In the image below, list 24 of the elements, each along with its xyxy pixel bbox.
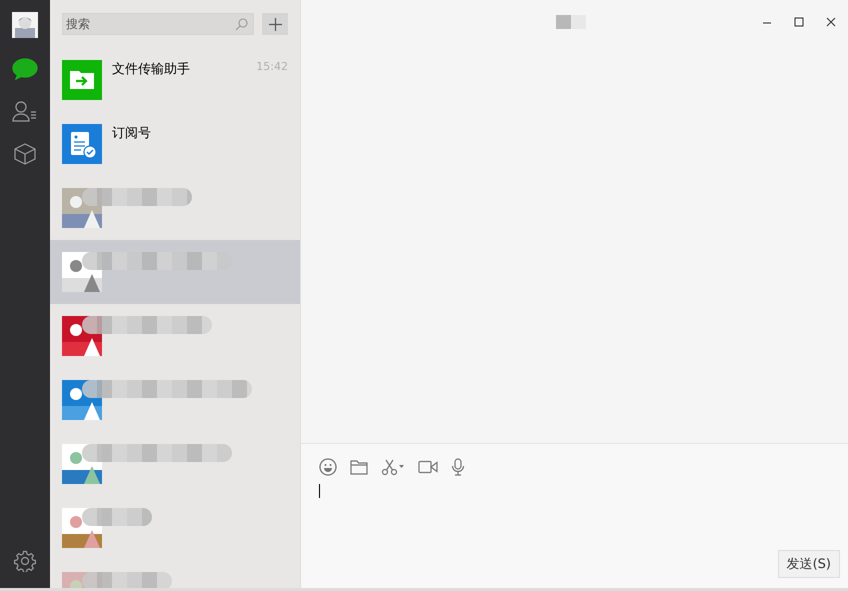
blurred-name — [82, 508, 152, 526]
microphone-icon[interactable] — [451, 458, 465, 476]
video-icon[interactable] — [418, 460, 438, 474]
add-button[interactable] — [262, 13, 288, 35]
plus-icon — [268, 18, 282, 30]
message-time: 15:42 — [256, 60, 288, 73]
send-button[interactable]: 发送(S) — [778, 550, 840, 578]
conversation-item[interactable]: 订阅号 — [50, 112, 300, 176]
contacts-icon[interactable] — [12, 100, 38, 122]
search-field[interactable]: 搜索 — [62, 13, 254, 35]
contact-name: 订阅号 — [112, 125, 151, 142]
contact-name: 文件传输助手 — [112, 61, 190, 78]
scissors-icon[interactable] — [381, 458, 405, 476]
folder-icon[interactable] — [350, 459, 368, 475]
cube-icon[interactable] — [13, 142, 37, 166]
settings-icon[interactable] — [14, 550, 36, 572]
emoji-icon[interactable] — [319, 458, 337, 476]
search-icon — [235, 18, 248, 31]
close-icon[interactable] — [826, 17, 836, 27]
maximize-icon[interactable] — [794, 17, 804, 27]
chat-icon[interactable] — [12, 58, 38, 80]
blurred-title — [556, 15, 586, 29]
conversation-item[interactable]: 文件传输助手 15:42 — [50, 48, 300, 112]
document-check-icon — [62, 124, 102, 164]
